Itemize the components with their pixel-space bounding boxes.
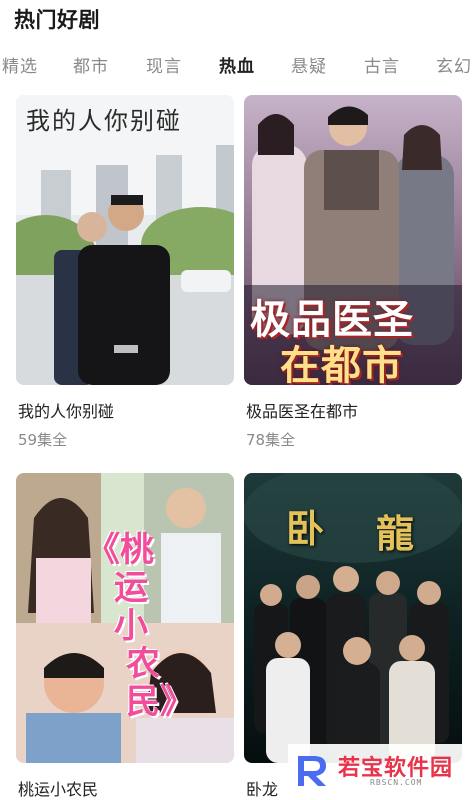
poster-title-text: 《桃 运 小 农 民》 (86, 530, 194, 722)
drama-title[interactable]: 极品医圣在都市 (246, 398, 358, 422)
poster-title-text: 我的人你别碰 (26, 107, 182, 135)
tab-guyan[interactable]: 古言 (364, 52, 400, 77)
poster-title-line2: 在都市 (280, 343, 403, 385)
watermark-subtext: RBSCN.COM (370, 778, 423, 787)
tab-xuanhuan[interactable]: 玄幻 (436, 52, 472, 77)
poster-title-char-2: 龍 (376, 511, 415, 556)
tab-rexue[interactable]: 热血 (219, 52, 255, 77)
poster-title-char-1: 卧 (286, 506, 325, 551)
watermark: 若宝软件园 RBSCN.COM (288, 744, 476, 796)
drama-poster[interactable]: 卧 龍 (244, 473, 462, 763)
watermark-logo-icon (298, 756, 326, 786)
episode-count: 59集全 (18, 431, 68, 449)
episode-count: 78集全 (246, 431, 296, 449)
tab-xuanyi[interactable]: 悬疑 (291, 52, 327, 77)
drama-poster[interactable]: 极品医圣 在都市 (244, 95, 462, 385)
section-title: 热门好剧 (14, 8, 100, 32)
drama-title[interactable]: 卧龙 (246, 776, 278, 800)
drama-poster[interactable]: 《桃 运 小 农 民》 (16, 473, 234, 763)
tab-jingxuan[interactable]: 精选 (2, 52, 38, 77)
drama-title[interactable]: 桃运小农民 (18, 776, 98, 800)
tab-dushi[interactable]: 都市 (73, 52, 109, 77)
drama-title[interactable]: 我的人你别碰 (18, 398, 114, 422)
category-tabs: 精选 都市 现言 热血 悬疑 古言 玄幻 (0, 52, 476, 78)
tab-xianyan[interactable]: 现言 (146, 52, 182, 77)
drama-poster[interactable]: 我的人你别碰 (16, 95, 234, 385)
